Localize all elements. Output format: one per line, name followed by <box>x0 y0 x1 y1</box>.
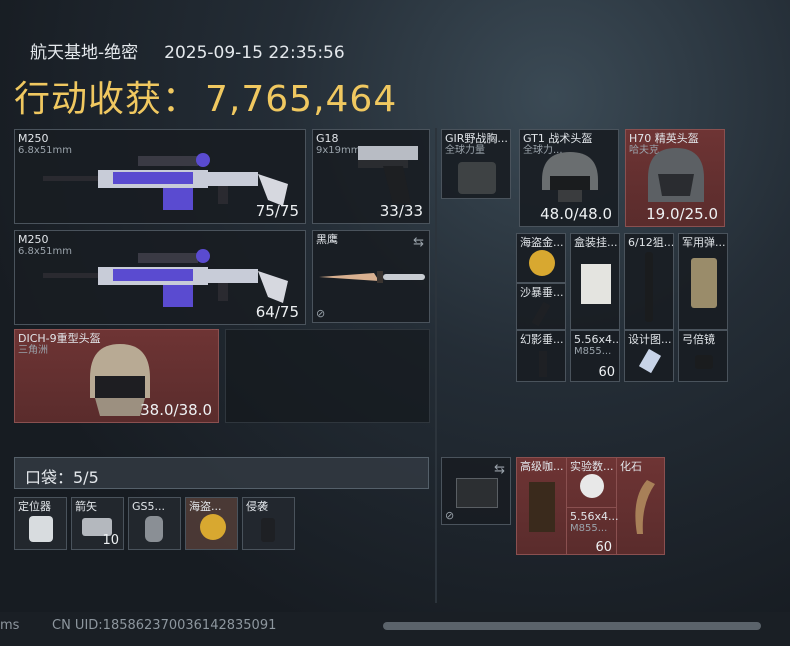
box-icon <box>581 264 611 304</box>
grid-item-phantom-grip[interactable]: 幻影垂... <box>516 330 566 382</box>
chest-rig-slot[interactable]: GIR野战胸... 全球力量 <box>441 129 511 199</box>
weapon-durability: 75/75 <box>255 202 299 220</box>
container-item-556-ammo[interactable]: 5.56x4... M855... 60 <box>567 508 619 555</box>
container-item-fossil[interactable]: 化石 <box>617 458 664 554</box>
vertical-grip-icon <box>539 351 547 377</box>
map-name: 航天基地-绝密 <box>30 43 139 63</box>
gold-coin-icon <box>200 514 226 540</box>
elite-helmet-icon <box>648 148 704 202</box>
grid-item-scope-612[interactable]: 6/12狙... <box>624 233 674 330</box>
scope-icon <box>695 355 713 369</box>
helmet-gt1-slot[interactable]: GT1 战术头盔 全球力... 48.0/48.0 <box>519 129 619 227</box>
safe-box-slot[interactable]: ⇆ ⊘ <box>441 457 511 525</box>
horizontal-scrollbar[interactable] <box>383 622 761 630</box>
raid-datetime: 2025-09-15 22:35:56 <box>164 43 345 63</box>
pocket-item-pirate-coin[interactable]: 海盗... <box>185 497 238 550</box>
gold-coin-icon <box>529 250 555 276</box>
weapon-name: M250 <box>18 132 49 145</box>
grip-icon <box>145 516 163 542</box>
pocket-item-raid[interactable]: 侵袭 <box>242 497 295 550</box>
container-item-coffee[interactable]: 高级咖... <box>517 458 567 554</box>
data-disk-icon <box>580 474 604 498</box>
insured-icon: ⊘ <box>445 509 455 522</box>
helmet-durability: 38.0/38.0 <box>140 401 212 419</box>
helmet-h70-slot[interactable]: H70 精英头盔 哈夫克 19.0/25.0 <box>625 129 725 227</box>
pocket-item-arrows[interactable]: 箭矢 10 <box>71 497 124 550</box>
helmet-durability: 19.0/25.0 <box>646 205 718 223</box>
armor-slot-empty[interactable] <box>225 329 430 423</box>
income-label: 行动收获： <box>14 79 200 120</box>
grid-item-sandstorm-grip[interactable]: 沙暴垂... <box>516 283 566 330</box>
item-count: 60 <box>598 365 615 380</box>
secondary-weapon-slot[interactable]: M250 6.8x51mm 64/75 <box>14 230 306 325</box>
helmet-slot[interactable]: DICH-9重型头盔 三角洲 38.0/38.0 <box>14 329 219 423</box>
panel-divider <box>435 128 437 603</box>
sniper-scope-icon <box>645 252 653 322</box>
helmet-durability: 48.0/48.0 <box>540 205 612 223</box>
primary-weapon-slot[interactable]: M250 6.8x51mm 75/75 <box>14 129 306 224</box>
helmet-brand: 三角洲 <box>18 345 48 356</box>
latency-label: ms <box>0 618 20 633</box>
pocket-item-gs5[interactable]: GS5... <box>128 497 181 550</box>
item-count: 60 <box>595 540 612 555</box>
tactical-helmet-icon <box>542 152 598 202</box>
pistol-durability: 33/33 <box>379 202 423 220</box>
melee-slot[interactable]: 黑鹰 ⇆ ⊘ <box>312 230 430 323</box>
pistol-name: G18 <box>316 132 339 145</box>
container-grid: 高级咖... 实验数... 化石 5.56x4... M855... 60 <box>516 457 665 555</box>
safe-box-icon <box>456 478 498 508</box>
vertical-grip-icon <box>531 301 551 327</box>
grid-item-pirate-gold[interactable]: 海盗金... <box>516 233 566 283</box>
ammo-box-icon <box>691 258 717 308</box>
weapon-durability: 64/75 <box>255 303 299 321</box>
fossil-claw-icon <box>635 480 655 534</box>
item-count: 10 <box>102 533 119 548</box>
income-value: 7,765,464 <box>205 79 398 120</box>
blueprint-icon <box>638 348 662 374</box>
chest-rig-icon <box>458 162 496 194</box>
coffee-bag-icon <box>529 482 555 532</box>
grid-item-boxed[interactable]: 盒装挂... <box>570 233 620 330</box>
raid-info: 航天基地-绝密 2025-09-15 22:35:56 <box>30 38 345 63</box>
pistol-slot[interactable]: G18 9x19mm 33/33 <box>312 129 430 224</box>
swap-icon[interactable]: ⇆ <box>413 235 424 250</box>
grid-item-military-ammo[interactable]: 军用弹... <box>678 233 728 330</box>
insured-icon: ⊘ <box>316 307 326 320</box>
pocket-header: 口袋：5/5 <box>14 457 429 489</box>
raid-income: 行动收获： 7,765,464 <box>14 70 397 122</box>
swap-icon[interactable]: ⇆ <box>494 462 505 477</box>
grid-item-bow-scope[interactable]: 弓倍镜 <box>678 330 728 382</box>
locator-icon <box>29 516 53 542</box>
injector-icon <box>261 518 275 542</box>
grid-item-blueprint[interactable]: 设计图... <box>624 330 674 382</box>
user-uid: CN UID:1858623700361428350​91 <box>52 618 277 633</box>
melee-name: 黑鹰 <box>316 233 338 246</box>
pocket-label: 口袋：5/5 <box>25 468 99 487</box>
pistol-icon <box>358 146 418 204</box>
pocket-item-locator[interactable]: 定位器 <box>14 497 67 550</box>
grid-item-556-ammo[interactable]: 5.56x4... M855... 60 <box>570 330 620 382</box>
knife-icon <box>319 271 425 283</box>
container-item-data[interactable]: 实验数... <box>567 458 617 508</box>
